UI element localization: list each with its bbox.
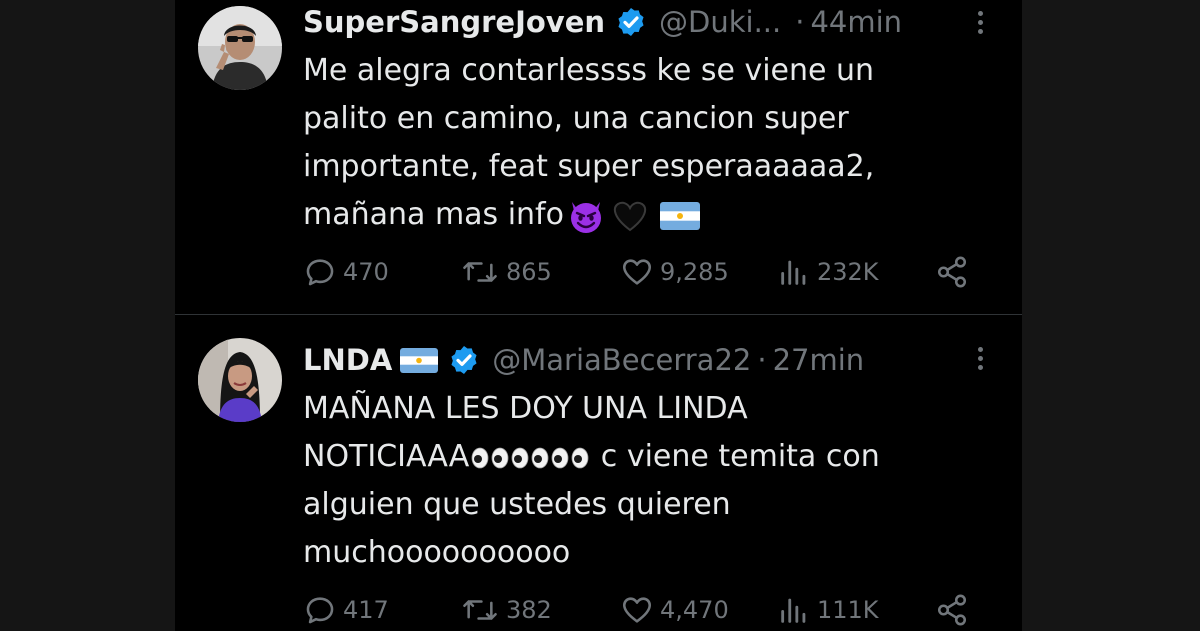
display-name[interactable]: LNDA [303,338,392,382]
tweet-text: MAÑANA LES DOY UNA LINDA NOTICIAAA c vie… [303,385,983,577]
reply-count: 417 [343,596,389,624]
avatar[interactable] [198,338,282,422]
tweet-text-fragment: c viene temita con [591,439,880,474]
views-count: 111K [817,596,879,624]
tweet-text-line-with-emoji: mañana mas info [303,191,983,239]
share-icon [937,594,967,626]
like-count: 4,470 [660,596,729,624]
tweet-text-fragment: mañana mas info [303,197,564,232]
more-icon[interactable] [968,4,992,40]
argentina-flag-emoji [400,347,439,373]
tweet-text-line: importante, feat super esperaaaaaa2, [303,149,875,184]
views-button[interactable]: 111K [777,593,879,627]
tweet-header: LNDA @MariaBecerra22 · 27min [303,338,864,382]
tweet-text-line: palito en camino, una cancion super [303,101,849,136]
tweet-text-line: alguien que ustedes quieren [303,487,731,522]
verified-badge-icon [615,6,647,38]
tweet-card[interactable]: LNDA @MariaBecerra22 · 27min MAÑANA LES … [175,315,1022,631]
reply-icon [306,259,334,286]
avatar[interactable] [198,6,282,90]
smiling-imp-emoji [566,196,606,236]
timestamp[interactable]: 27min [773,338,865,382]
tweet-text-fragment: NOTICIAAA [303,439,470,474]
tweet-text-line-with-emoji: NOTICIAAA c viene temita con [303,433,983,481]
right-backdrop [1022,0,1200,631]
separator-dot: · [795,5,805,39]
retweet-button[interactable]: 865 [460,255,552,289]
display-name[interactable]: SuperSangreJoven [303,0,605,44]
tweet-text-line: MAÑANA LES DOY UNA LINDA [303,391,748,426]
reply-count: 470 [343,258,389,286]
views-icon [781,598,806,623]
more-icon[interactable] [968,340,992,376]
views-count: 232K [817,258,879,286]
tweet-header: SuperSangreJoven @Duki... · 44min [303,0,902,44]
like-count: 9,285 [660,258,729,286]
share-button[interactable] [935,255,969,289]
tweet-card[interactable]: SuperSangreJoven @Duki... · 44min Me ale… [175,0,1022,314]
reply-button[interactable]: 417 [303,593,389,627]
separator-dot: · [757,343,767,377]
tweet-text-line: Me alegra contarlessss ke se viene un [303,53,875,88]
black-heart-emoji [608,196,652,236]
tweet-timeline: SuperSangreJoven @Duki... · 44min Me ale… [175,0,1022,631]
retweet-icon [463,262,497,282]
retweet-count: 865 [506,258,552,286]
retweet-count: 382 [506,596,552,624]
like-button[interactable]: 9,285 [620,255,729,289]
timestamp[interactable]: 44min [810,0,902,44]
eyes-emoji [471,446,591,470]
tweet-actions: 417 382 4,470 111K [303,590,983,630]
argentina-flag-emoji [659,201,700,230]
reply-icon [306,597,334,624]
like-icon [622,597,652,623]
tweet-text-line: muchoooooooooo [303,535,571,570]
tweet-text: Me alegra contarlessss ke se viene un pa… [303,47,983,239]
retweet-button[interactable]: 382 [460,593,552,627]
views-icon [781,260,806,285]
username-handle[interactable]: @MariaBecerra22 [492,338,751,382]
retweet-icon [463,600,497,620]
like-icon [622,259,652,285]
reply-button[interactable]: 470 [303,255,389,289]
share-icon [937,256,967,288]
views-button[interactable]: 232K [777,255,879,289]
verified-badge-icon [448,344,480,376]
left-backdrop [0,0,175,631]
share-button[interactable] [935,593,969,627]
username-handle[interactable]: @Duki... [659,0,781,44]
tweet-actions: 470 865 9,285 232K [303,252,983,292]
like-button[interactable]: 4,470 [620,593,729,627]
